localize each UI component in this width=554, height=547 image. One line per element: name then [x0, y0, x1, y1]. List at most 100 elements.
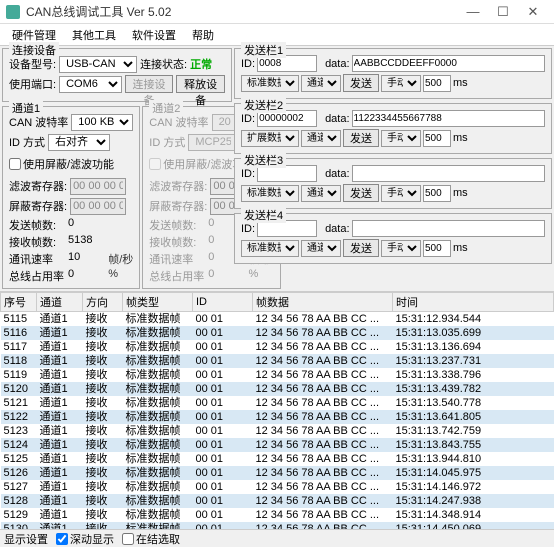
cell-seq: 5121 — [1, 396, 37, 410]
interval-input[interactable] — [423, 240, 451, 257]
send-data-input[interactable] — [352, 110, 545, 127]
ch1-comm-label: 通讯速率 — [9, 251, 64, 267]
table-row[interactable]: 5130通道1接收标准数据帧00 0112 34 56 78 AA BB CC … — [1, 522, 554, 529]
cell-time: 15:31:13.439.782 — [393, 382, 554, 396]
data-label: data: — [325, 168, 349, 180]
cell-dir: 接收 — [83, 410, 123, 424]
cell-dir: 接收 — [83, 340, 123, 354]
table-row[interactable]: 5122通道1接收标准数据帧00 0112 34 56 78 AA BB CC … — [1, 410, 554, 424]
frame-type-select[interactable]: 标准数据帧 — [241, 240, 299, 257]
table-row[interactable]: 5115通道1接收标准数据帧00 0112 34 56 78 AA BB CC … — [1, 312, 554, 327]
cell-id: 00 01 — [193, 396, 253, 410]
cell-ch: 通道1 — [37, 466, 83, 480]
channel-select[interactable]: 通道1 — [301, 240, 341, 257]
connect-button[interactable]: 连接设备 — [125, 75, 174, 93]
interval-input[interactable] — [423, 75, 451, 92]
id-label: ID: — [241, 223, 255, 235]
minimize-button[interactable]: — — [458, 2, 488, 22]
cell-dir: 接收 — [83, 452, 123, 466]
send-data-input[interactable] — [352, 55, 545, 72]
table-row[interactable]: 5126通道1接收标准数据帧00 0112 34 56 78 AA BB CC … — [1, 466, 554, 480]
interval-input[interactable] — [423, 130, 451, 147]
table-row[interactable]: 5127通道1接收标准数据帧00 0112 34 56 78 AA BB CC … — [1, 480, 554, 494]
table-row[interactable]: 5121通道1接收标准数据帧00 0112 34 56 78 AA BB CC … — [1, 396, 554, 410]
cell-dir: 接收 — [83, 368, 123, 382]
cell-ch: 通道1 — [37, 326, 83, 340]
channel-select[interactable]: 通道1 — [301, 130, 341, 147]
send-button[interactable]: 发送 — [343, 129, 379, 147]
send-data-input[interactable] — [352, 165, 545, 182]
table-row[interactable]: 5120通道1接收标准数据帧00 0112 34 56 78 AA BB CC … — [1, 382, 554, 396]
frame-type-select[interactable]: 标准数据帧 — [241, 185, 299, 202]
cell-id: 00 01 — [193, 466, 253, 480]
channel1-panel: 通道1 CAN 波特率100 KBPS ID 方式右对齐 使用屏蔽/滤波功能 滤… — [2, 106, 140, 289]
release-button[interactable]: 释放设备 — [176, 75, 225, 93]
menu-tools[interactable]: 其他工具 — [64, 25, 124, 45]
send-title: 发送栏2 — [241, 97, 286, 113]
cell-time: 15:31:13.136.694 — [393, 340, 554, 354]
send-data-input[interactable] — [352, 220, 545, 237]
frame-type-select[interactable]: 扩展数据帧 — [241, 130, 299, 147]
send-button[interactable]: 发送 — [343, 184, 379, 202]
ch1-filter-label: 滤波寄存器: — [9, 178, 67, 194]
cell-seq: 5122 — [1, 410, 37, 424]
ch1-idmode-select[interactable]: 右对齐 — [48, 134, 110, 151]
send-button[interactable]: 发送 — [343, 239, 379, 257]
menu-settings[interactable]: 软件设置 — [124, 25, 184, 45]
cell-dir: 接收 — [83, 382, 123, 396]
table-row[interactable]: 5123通道1接收标准数据帧00 0112 34 56 78 AA BB CC … — [1, 424, 554, 438]
ch1-maskreg-input — [70, 198, 126, 215]
cell-seq: 5123 — [1, 424, 37, 438]
mode-select[interactable]: 手动 — [381, 185, 421, 202]
table-row[interactable]: 5125通道1接收标准数据帧00 0112 34 56 78 AA BB CC … — [1, 452, 554, 466]
cell-id: 00 01 — [193, 452, 253, 466]
mode-select[interactable]: 手动 — [381, 130, 421, 147]
status-label: 连接状态: — [140, 56, 187, 72]
table-row[interactable]: 5118通道1接收标准数据帧00 0112 34 56 78 AA BB CC … — [1, 354, 554, 368]
cell-data: 12 34 56 78 AA BB CC ... — [253, 368, 393, 382]
cell-dir: 接收 — [83, 494, 123, 508]
cell-dir: 接收 — [83, 480, 123, 494]
data-label: data: — [325, 58, 349, 70]
channel-select[interactable]: 通道1 — [301, 185, 341, 202]
channel-select[interactable]: 通道1 — [301, 75, 341, 92]
maximize-button[interactable]: ☐ — [488, 2, 518, 22]
cell-seq: 5115 — [1, 312, 37, 327]
devtype-select[interactable]: USB-CAN A1+ — [59, 56, 137, 73]
col-seq: 序号 — [1, 293, 37, 312]
mode-select[interactable]: 手动 — [381, 240, 421, 257]
ms-label: ms — [453, 242, 468, 254]
col-data: 帧数据 — [253, 293, 393, 312]
cell-ch: 通道1 — [37, 382, 83, 396]
bottom-chk2[interactable] — [122, 533, 134, 545]
cell-data: 12 34 56 78 AA BB CC ... — [253, 410, 393, 424]
table-row[interactable]: 5128通道1接收标准数据帧00 0112 34 56 78 AA BB CC … — [1, 494, 554, 508]
bottom-chk1[interactable] — [56, 533, 68, 545]
interval-input[interactable] — [423, 185, 451, 202]
table-row[interactable]: 5129通道1接收标准数据帧00 0112 34 56 78 AA BB CC … — [1, 508, 554, 522]
table-row[interactable]: 5124通道1接收标准数据帧00 0112 34 56 78 AA BB CC … — [1, 438, 554, 452]
table-row[interactable]: 5117通道1接收标准数据帧00 0112 34 56 78 AA BB CC … — [1, 340, 554, 354]
table-row[interactable]: 5119通道1接收标准数据帧00 0112 34 56 78 AA BB CC … — [1, 368, 554, 382]
send-button[interactable]: 发送 — [343, 74, 379, 92]
send-panel-3: 发送栏3ID:data:标准数据帧通道1发送手动ms — [234, 158, 552, 209]
port-select[interactable]: COM6 — [59, 76, 122, 93]
app-icon — [6, 5, 20, 19]
close-button[interactable]: ✕ — [518, 2, 548, 22]
ch1-bus-value: 0 — [68, 268, 104, 284]
cell-dir: 接收 — [83, 424, 123, 438]
connect-title: 连接设备 — [9, 42, 59, 58]
cell-seq: 5129 — [1, 508, 37, 522]
cell-ch: 通道1 — [37, 424, 83, 438]
frame-table[interactable]: 序号 通道 方向 帧类型 ID 帧数据 时间 5115通道1接收标准数据帧00 … — [0, 292, 554, 529]
cell-id: 00 01 — [193, 368, 253, 382]
ch1-baud-select[interactable]: 100 KBPS — [71, 114, 133, 131]
frame-type-select[interactable]: 标准数据帧 — [241, 75, 299, 92]
mode-select[interactable]: 手动 — [381, 75, 421, 92]
ch1-mask-checkbox[interactable] — [9, 158, 21, 170]
menu-help[interactable]: 帮助 — [184, 25, 222, 45]
ms-label: ms — [453, 77, 468, 89]
cell-dir: 接收 — [83, 438, 123, 452]
table-row[interactable]: 5116通道1接收标准数据帧00 0112 34 56 78 AA BB CC … — [1, 326, 554, 340]
cell-type: 标准数据帧 — [123, 508, 193, 522]
